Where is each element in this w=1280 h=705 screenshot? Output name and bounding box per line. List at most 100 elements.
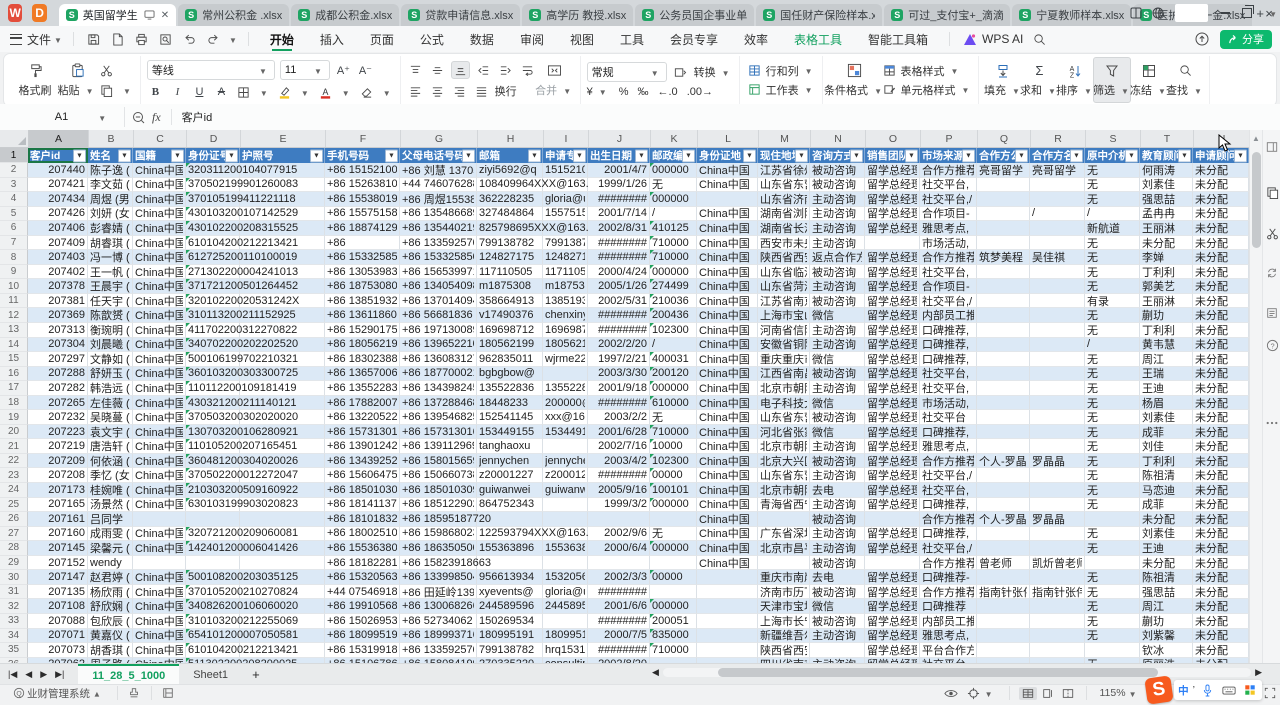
cell[interactable]: 内部员工推 <box>920 308 977 323</box>
cell[interactable]: 返点合作方 <box>810 250 865 265</box>
cell[interactable]: 2001/4/7 <box>588 163 650 178</box>
cell[interactable]: 留学总经理 <box>865 570 920 585</box>
cell[interactable]: 2005/1/26 <box>588 279 650 294</box>
cell[interactable]: 杨欣雨 (女 <box>88 585 133 600</box>
cell[interactable]: 370105200210270824 <box>186 585 240 600</box>
cell[interactable]: 合作方推荐 <box>920 250 977 265</box>
cell[interactable]: 360103200303300725 <box>186 367 240 382</box>
cell[interactable]: +86 13911296941 <box>400 439 477 454</box>
cell[interactable]: China中国 <box>133 207 186 222</box>
row-number[interactable]: 18 <box>0 396 28 411</box>
cell[interactable]: 陈子逸 (男 <box>88 163 133 178</box>
cell[interactable]: 黄嘉仪 (女 <box>88 629 133 644</box>
sogou-ime-icon[interactable]: S <box>1144 675 1173 704</box>
cell[interactable]: 2001/6/6 <box>588 599 650 614</box>
cell[interactable]: 无 <box>650 527 697 542</box>
cell[interactable] <box>1030 570 1085 585</box>
cell[interactable] <box>977 265 1030 280</box>
cell[interactable]: m1875308 <box>543 279 588 294</box>
cell[interactable]: 未分配 <box>1193 367 1249 382</box>
cell[interactable]: 社交平台 <box>920 410 977 425</box>
cell[interactable]: 207421 <box>28 178 88 193</box>
cell[interactable]: 2000/7/5 <box>588 629 650 644</box>
cell[interactable]: +86 52734062 <box>400 614 477 629</box>
cell[interactable]: 无 <box>1085 192 1140 207</box>
cell[interactable]: 合作方推荐 <box>920 556 977 571</box>
cell[interactable]: 2001/7/14 <box>588 207 650 222</box>
row-number[interactable]: 24 <box>0 483 28 498</box>
row-number[interactable]: 33 <box>0 614 28 629</box>
row-number[interactable]: 10 <box>0 279 28 294</box>
wrap-label[interactable]: 换行 <box>495 83 517 99</box>
cell[interactable]: 155751588 <box>543 207 588 222</box>
cell[interactable]: 留学总经理 <box>865 498 920 513</box>
column-header-E[interactable]: E <box>241 130 326 147</box>
italic-button[interactable]: I <box>169 84 186 100</box>
header-cell[interactable]: 手机号码▼ <box>325 148 400 163</box>
cell[interactable]: 无 <box>1085 541 1140 556</box>
cell[interactable]: 无 <box>650 178 697 193</box>
cell[interactable]: 244589596 <box>543 599 588 614</box>
column-header-K[interactable]: K <box>651 130 698 147</box>
cell[interactable]: 150269534 <box>477 614 543 629</box>
filter-dropdown-button[interactable]: ▼ <box>1234 149 1247 162</box>
cell[interactable]: 无 <box>1085 163 1140 178</box>
print-preview-icon[interactable] <box>156 30 176 48</box>
cell[interactable]: 138519326 <box>543 294 588 309</box>
cell[interactable]: 000000 <box>650 381 697 396</box>
cell[interactable]: 2005/9/16 <box>588 483 650 498</box>
cell[interactable]: China中国 <box>697 221 758 236</box>
print-icon[interactable] <box>132 30 152 48</box>
cell[interactable]: China中国 <box>697 527 758 542</box>
save-icon[interactable] <box>84 30 104 48</box>
cell[interactable]: +86 15320563 <box>325 570 400 585</box>
cell[interactable]: 200000@qq <box>543 396 588 411</box>
filter-dropdown-button[interactable]: ▼ <box>462 149 475 162</box>
cell[interactable]: 000000 <box>650 599 697 614</box>
scissors-icon[interactable] <box>1265 226 1279 240</box>
scroll-left-icon[interactable]: ◀ <box>652 667 659 678</box>
cell[interactable]: 冯一博 (男 <box>88 250 133 265</box>
cell[interactable] <box>977 629 1030 644</box>
cell[interactable]: 180995191 <box>477 629 543 644</box>
cell[interactable] <box>1030 221 1085 236</box>
cell[interactable]: 去电 <box>810 483 865 498</box>
cell[interactable]: China中国 <box>697 250 758 265</box>
cell[interactable]: China中国 <box>697 338 758 353</box>
column-header-U[interactable]: U <box>1194 130 1249 147</box>
cell[interactable]: 未分配 <box>1193 279 1249 294</box>
worksheet-button[interactable]: 工作表▼ <box>746 82 816 98</box>
cell[interactable]: 王晨宇 (男 <box>88 279 133 294</box>
cell[interactable]: 610104200212213421 <box>186 643 240 658</box>
column-header-D[interactable]: D <box>187 130 241 147</box>
cell[interactable]: 152541145 <box>477 410 543 425</box>
cell[interactable] <box>133 512 186 527</box>
cell[interactable] <box>977 308 1030 323</box>
cell[interactable]: 主动咨询 <box>810 323 865 338</box>
merge-button[interactable]: 合并 ▼ <box>536 58 574 102</box>
cell[interactable] <box>1030 410 1085 425</box>
cell[interactable]: China中国 <box>697 178 758 193</box>
cell[interactable]: 18448233 <box>477 396 543 411</box>
cell[interactable]: China中国 <box>133 396 186 411</box>
cell[interactable]: China中国 <box>133 367 186 382</box>
cell[interactable]: 雅思考点, <box>920 629 977 644</box>
cell[interactable]: m1875308 <box>477 279 543 294</box>
cell[interactable]: 430102200208315525 <box>186 221 240 236</box>
name-box[interactable]: A1▼ <box>6 107 125 127</box>
cell[interactable]: 610000 <box>650 396 697 411</box>
column-header-B[interactable]: B <box>89 130 134 147</box>
cell[interactable]: 610104200212213421 <box>186 236 240 251</box>
cell[interactable]: +86 15536380 <box>325 541 400 556</box>
cell[interactable]: 罗晶晶 <box>1030 454 1085 469</box>
cell[interactable]: China中国 <box>133 279 186 294</box>
cell[interactable]: 主动咨询 <box>810 527 865 542</box>
cell[interactable]: China中国 <box>697 512 758 527</box>
cell[interactable] <box>977 527 1030 542</box>
filter-dropdown-button[interactable]: ▼ <box>385 149 398 162</box>
undo-icon[interactable] <box>180 30 200 48</box>
cell[interactable]: 山东省东营 <box>758 410 810 425</box>
cell[interactable]: China中国 <box>697 556 758 571</box>
comma-style-button[interactable]: ‰ <box>638 86 649 98</box>
cell[interactable] <box>1030 352 1085 367</box>
